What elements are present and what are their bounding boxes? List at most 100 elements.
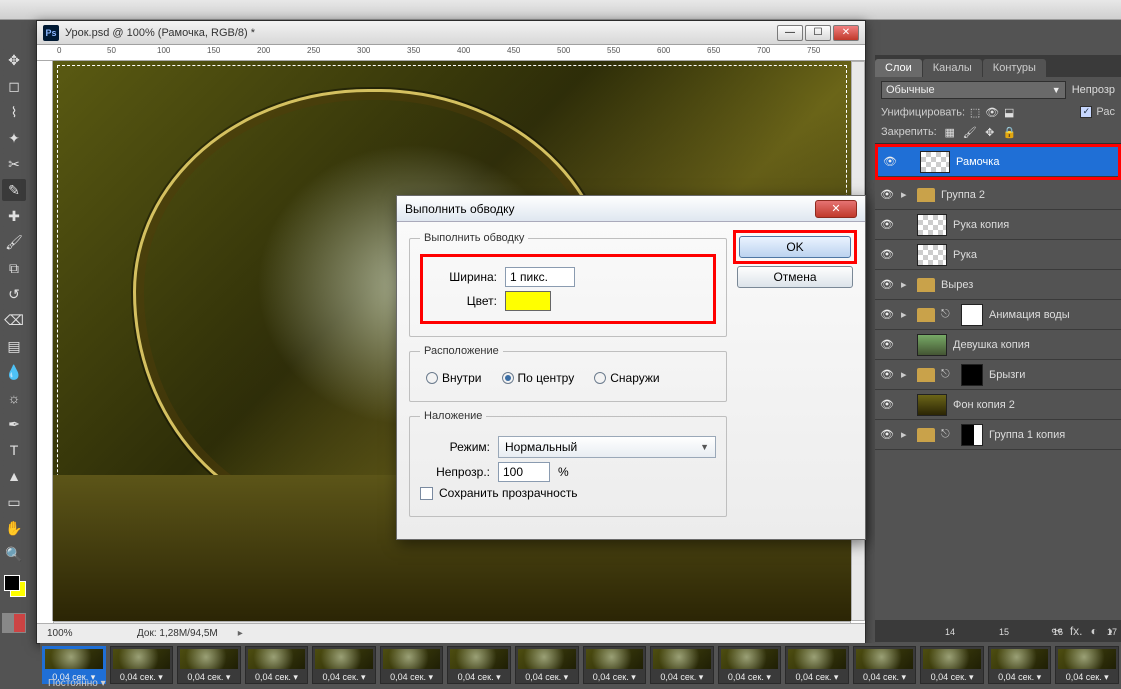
layer-thumb[interactable]	[917, 244, 947, 266]
lock-transparency-icon[interactable]: ▦	[943, 125, 957, 139]
type-tool[interactable]: T	[2, 439, 26, 461]
color-swatches[interactable]	[2, 575, 28, 603]
layer-name[interactable]: Фон копия 2	[953, 399, 1117, 411]
eye-icon[interactable]: 👁	[879, 397, 895, 413]
frame-duration[interactable]: 0,04 сек. ▾	[246, 671, 308, 683]
foreground-swatch[interactable]	[4, 575, 20, 591]
move-tool[interactable]: ✥	[2, 49, 26, 71]
unify-style-icon[interactable]: ⬓	[1002, 105, 1016, 119]
docinfo-caret-icon[interactable]: ▸	[238, 628, 243, 639]
marquee-tool[interactable]: ◻	[2, 75, 26, 97]
close-button[interactable]: ✕	[833, 25, 859, 41]
layer-name[interactable]: Рука копия	[953, 219, 1117, 231]
layer-row[interactable]: 👁 Рука копия	[875, 210, 1121, 240]
frame-duration[interactable]: 0,04 сек. ▾	[313, 671, 375, 683]
frame[interactable]: 0,04 сек. ▾	[583, 646, 647, 684]
layer-row[interactable]: 👁 ▸ ⎋ Брызги	[875, 360, 1121, 390]
layer-name[interactable]: Рамочка	[956, 156, 1114, 168]
lock-move-icon[interactable]: ✥	[983, 125, 997, 139]
layer-name[interactable]: Девушка копия	[953, 339, 1117, 351]
cancel-button[interactable]: Отмена	[737, 266, 853, 288]
layer-thumb[interactable]	[917, 334, 947, 356]
blend-mode-select[interactable]: Нормальный ▼	[498, 436, 716, 458]
stamp-tool[interactable]: ⧉	[2, 257, 26, 279]
layer-thumb[interactable]	[917, 394, 947, 416]
lock-paint-icon[interactable]: 🖌	[963, 125, 977, 139]
frame[interactable]: 0,04 сек. ▾	[245, 646, 309, 684]
frame[interactable]: 0,04 сек. ▾	[853, 646, 917, 684]
preserve-transparency-checkbox[interactable]: Сохранить прозрачность	[420, 486, 578, 500]
expander-icon[interactable]: ▸	[901, 278, 911, 291]
ok-button[interactable]: OK	[739, 236, 851, 258]
eye-icon[interactable]: 👁	[879, 247, 895, 263]
frame-duration[interactable]: 0,04 сек. ▾	[178, 671, 240, 683]
frame-duration[interactable]: 0,04 сек. ▾	[1056, 671, 1118, 683]
heal-tool[interactable]: ✚	[2, 205, 26, 227]
frame[interactable]: 0,04 сек. ▾	[447, 646, 511, 684]
ruler-horizontal[interactable]: 0 50 100 150 200 250 300 350 400 450 500…	[37, 45, 865, 61]
layer-row[interactable]: 👁 Девушка копия	[875, 330, 1121, 360]
stroke-width-input[interactable]	[505, 267, 575, 287]
hand-tool[interactable]: ✋	[2, 517, 26, 539]
mask-thumb[interactable]	[961, 364, 983, 386]
blend-mode-dropdown[interactable]: Обычные ▼	[881, 81, 1066, 99]
expander-icon[interactable]: ▸	[901, 308, 911, 321]
frame[interactable]: 0,04 сек. ▾	[515, 646, 579, 684]
frame-duration[interactable]: 0,04 сек. ▾	[719, 671, 781, 683]
frame[interactable]: 0,04 сек. ▾	[110, 646, 174, 684]
dialog-titlebar[interactable]: Выполнить обводку ✕	[397, 196, 865, 222]
unify-pos-icon[interactable]: ⬚	[968, 105, 982, 119]
eyedropper-tool[interactable]: ✎	[2, 179, 26, 201]
eye-icon[interactable]: 👁	[879, 337, 895, 353]
zoom-display[interactable]: 100%	[47, 628, 117, 639]
document-titlebar[interactable]: Ps Урок.psd @ 100% (Рамочка, RGB/8) * — …	[37, 21, 865, 45]
eye-icon[interactable]: 👁	[879, 307, 895, 323]
eye-icon[interactable]: 👁	[879, 187, 895, 203]
frame[interactable]: 0,04 сек. ▾	[1055, 646, 1119, 684]
crop-tool[interactable]: ✂	[2, 153, 26, 175]
layer-row[interactable]: 👁 Рука	[875, 240, 1121, 270]
opacity-input[interactable]	[498, 462, 550, 482]
lock-all-icon[interactable]: 🔒	[1003, 125, 1017, 139]
frame-duration[interactable]: 0,04 сек. ▾	[448, 671, 510, 683]
dodge-tool[interactable]: ☼	[2, 387, 26, 409]
layer-thumb[interactable]	[920, 151, 950, 173]
frame-duration[interactable]: 0,04 сек. ▾	[111, 671, 173, 683]
blur-tool[interactable]: 💧	[2, 361, 26, 383]
frame[interactable]: 0,04 сек. ▾	[718, 646, 782, 684]
layer-name[interactable]: Рука	[953, 249, 1117, 261]
radio-center[interactable]: По центру	[502, 371, 575, 385]
tab-channels[interactable]: Каналы	[923, 59, 982, 77]
unify-vis-icon[interactable]: 👁	[985, 105, 999, 119]
pen-tool[interactable]: ✒	[2, 413, 26, 435]
frame[interactable]: 0,04 сек. ▾	[920, 646, 984, 684]
frame-duration[interactable]: 0,04 сек. ▾	[786, 671, 848, 683]
gradient-tool[interactable]: ▤	[2, 335, 26, 357]
radio-inside[interactable]: Внутри	[426, 371, 482, 385]
frame-duration[interactable]: 0,04 сек. ▾	[381, 671, 443, 683]
stroke-color-swatch[interactable]	[505, 291, 551, 311]
frame-duration[interactable]: 0,04 сек. ▾	[651, 671, 713, 683]
eye-icon[interactable]: 👁	[879, 427, 895, 443]
dialog-close-button[interactable]: ✕	[815, 200, 857, 218]
layer-row[interactable]: 👁 ▸ ⎋ Анимация воды	[875, 300, 1121, 330]
eye-icon[interactable]: 👁	[879, 217, 895, 233]
expander-icon[interactable]: ▸	[901, 188, 911, 201]
frame-duration[interactable]: 0,04 сек. ▾	[516, 671, 578, 683]
layer-row[interactable]: 👁 Рамочка	[878, 147, 1118, 177]
tab-paths[interactable]: Контуры	[983, 59, 1046, 77]
frame-duration[interactable]: 0,04 сек. ▾	[854, 671, 916, 683]
layer-row[interactable]: 👁 ▸ ⎋ Группа 1 копия	[875, 420, 1121, 450]
eye-icon[interactable]: 👁	[882, 154, 898, 170]
shape-tool[interactable]: ▭	[2, 491, 26, 513]
maximize-button[interactable]: ☐	[805, 25, 831, 41]
zoom-tool[interactable]: 🔍	[2, 543, 26, 565]
brush-tool[interactable]: 🖌	[2, 231, 26, 253]
mask-thumb[interactable]	[961, 304, 983, 326]
eye-icon[interactable]: 👁	[879, 277, 895, 293]
layer-name[interactable]: Вырез	[941, 279, 1117, 291]
frame-duration[interactable]: 0,04 сек. ▾	[921, 671, 983, 683]
tab-layers[interactable]: Слои	[875, 59, 922, 77]
layer-row[interactable]: 👁 Фон копия 2	[875, 390, 1121, 420]
propagate-checkbox[interactable]: ✓Рас	[1080, 106, 1115, 118]
